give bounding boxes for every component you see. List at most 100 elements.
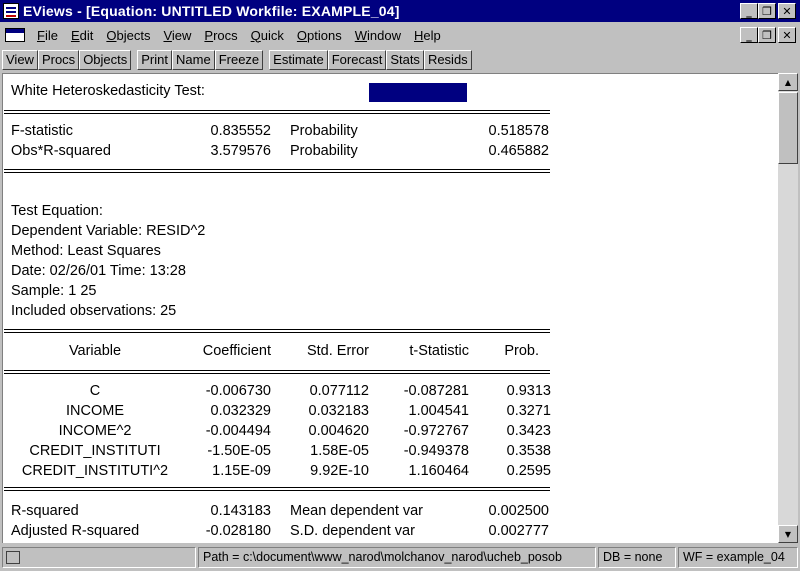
divider (4, 113, 550, 114)
eviews-app-icon[interactable] (3, 3, 19, 19)
divider (4, 110, 550, 111)
test-heading: White Heteroskedasticity Test: (11, 83, 205, 99)
view-button[interactable]: View (2, 50, 38, 70)
info-line: Date: 02/26/01 Time: 13:28 (11, 263, 186, 279)
divider (4, 490, 550, 491)
coefficient: -1.50E-05 (207, 443, 271, 459)
forecast-button[interactable]: Forecast (327, 50, 387, 70)
std-error: 0.004620 (308, 423, 369, 439)
stat-label: R-squared (11, 503, 79, 519)
variable-name: INCOME^2 (58, 423, 132, 439)
variable-name: INCOME (66, 403, 124, 419)
menu-help[interactable]: Help (410, 28, 450, 43)
std-error: 1.58E-05 (310, 443, 369, 459)
menu-edit[interactable]: Edit (67, 28, 102, 43)
document-window-icon[interactable] (5, 28, 25, 42)
document-window-controls: _ ❐ ✕ (740, 27, 796, 43)
prob: 0.9313 (506, 383, 551, 399)
status-path: Path = c:\document\www_narod\molchanov_n… (198, 547, 596, 568)
menu-objects[interactable]: Objects (102, 28, 159, 43)
prob: 0.3423 (506, 423, 551, 439)
variable-name: CREDIT_INSTITUTI (29, 443, 161, 459)
stat-value: 0.143183 (210, 503, 271, 519)
probability-label: Probability (290, 143, 358, 159)
stat-label: S.D. dependent var (290, 523, 415, 539)
info-line: Included observations: 25 (11, 303, 177, 319)
status-bar: Path = c:\document\www_narod\molchanov_n… (0, 545, 800, 571)
doc-restore-button[interactable]: ❐ (758, 27, 776, 43)
menu-procs[interactable]: Procs (200, 28, 246, 43)
resids-button[interactable]: Resids (423, 50, 472, 70)
test-label: F-statistic (11, 123, 74, 139)
toolbar-group-estimate: Estimate Forecast Stats Resids (269, 50, 472, 70)
column-header: Variable (68, 343, 122, 359)
title-bar[interactable]: EViews - [Equation: UNTITLED Workfile: E… (0, 0, 800, 22)
std-error: 0.077112 (309, 383, 369, 399)
variable-name: CREDIT_INSTITUTI^2 (21, 463, 169, 479)
coefficient: 0.032329 (210, 403, 271, 419)
variable-name: C (89, 383, 101, 399)
menu-file[interactable]: File (33, 28, 67, 43)
stat-value: 0.002500 (488, 503, 549, 519)
doc-minimize-button[interactable]: _ (740, 27, 758, 43)
info-line: Dependent Variable: RESID^2 (11, 223, 206, 239)
equation-output-view[interactable]: White Heteroskedasticity Test: F-statist… (2, 73, 778, 543)
t-statistic: 1.160464 (408, 463, 469, 479)
freeze-button[interactable]: Freeze (214, 50, 264, 70)
name-button[interactable]: Name (172, 50, 215, 70)
test-label: Obs*R-squared (11, 143, 111, 159)
estimate-button[interactable]: Estimate (269, 50, 328, 70)
status-message-panel (2, 547, 196, 568)
menu-bar: File Edit Objects View Procs Quick Optio… (0, 23, 800, 47)
coefficient: -0.006730 (205, 383, 271, 399)
menu-view[interactable]: View (159, 28, 200, 43)
column-header: Coefficient (202, 343, 271, 359)
status-workfile: WF = example_04 (678, 547, 798, 568)
info-line: Method: Least Squares (11, 243, 161, 259)
t-statistic: -0.087281 (403, 383, 469, 399)
probability-value: 0.518578 (488, 123, 549, 139)
stats-button[interactable]: Stats (386, 50, 424, 70)
menu-window[interactable]: Window (351, 28, 410, 43)
status-indicator-box (6, 551, 20, 564)
stat-value: -0.028180 (205, 523, 271, 539)
vertical-scrollbar[interactable]: ▲ ▼ (778, 73, 798, 543)
close-button[interactable]: ✕ (778, 3, 796, 19)
objects-button[interactable]: Objects (79, 50, 132, 70)
print-button[interactable]: Print (137, 50, 172, 70)
minimize-button[interactable]: _ (740, 3, 758, 19)
coefficient: 1.15E-09 (212, 463, 271, 479)
divider (4, 370, 550, 371)
test-value: 3.579576 (210, 143, 271, 159)
divider (4, 332, 550, 333)
scroll-up-button[interactable]: ▲ (778, 73, 798, 91)
status-db: DB = none (598, 547, 676, 568)
info-line: Sample: 1 25 (11, 283, 97, 299)
t-statistic: -0.972767 (403, 423, 469, 439)
divider (4, 172, 550, 173)
divider (4, 169, 550, 170)
probability-label: Probability (290, 123, 358, 139)
doc-close-button[interactable]: ✕ (778, 27, 796, 43)
std-error: 0.032183 (308, 403, 369, 419)
menu-options[interactable]: Options (293, 28, 351, 43)
info-line: Test Equation: (11, 203, 103, 219)
probability-value: 0.465882 (488, 143, 549, 159)
prob: 0.3538 (506, 443, 551, 459)
restore-button[interactable]: ❐ (758, 3, 776, 19)
t-statistic: 1.004541 (408, 403, 469, 419)
column-header: Std. Error (306, 343, 369, 359)
column-header: t-Statistic (409, 343, 469, 359)
scroll-down-button[interactable]: ▼ (778, 525, 798, 543)
scroll-thumb[interactable] (778, 92, 798, 164)
divider (4, 487, 550, 488)
stat-value: 0.002777 (488, 523, 549, 539)
stat-label: Adjusted R-squared (11, 523, 140, 539)
t-statistic: -0.949378 (403, 443, 469, 459)
divider (4, 373, 550, 374)
procs-button[interactable]: Procs (37, 50, 80, 70)
test-value: 0.835552 (210, 123, 271, 139)
progress-indicator (369, 83, 467, 102)
menu-quick[interactable]: Quick (247, 28, 293, 43)
prob: 0.3271 (506, 403, 551, 419)
